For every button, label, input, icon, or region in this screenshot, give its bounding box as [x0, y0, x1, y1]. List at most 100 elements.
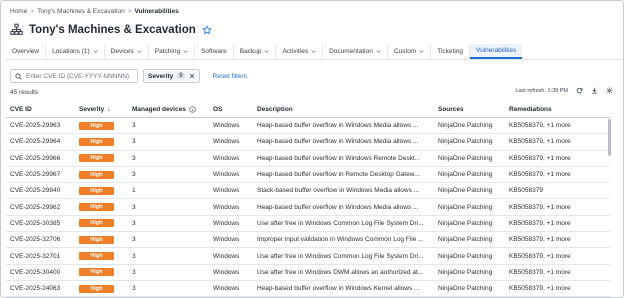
os-cell: Windows — [213, 252, 240, 260]
severity-cell: High — [75, 235, 128, 244]
devices-cell: 3 — [132, 285, 136, 293]
source-cell: NinjaOne Patching — [438, 171, 493, 179]
table-row[interactable]: CVE-2025-29963 High 3 Windows Heap-based… — [6, 118, 610, 135]
refresh-icon[interactable] — [576, 87, 583, 94]
severity-cell: High — [75, 203, 128, 212]
cve-id-cell: CVE-2025-29962 — [10, 203, 61, 211]
chevron-down-icon — [183, 50, 188, 53]
table-row[interactable]: CVE-2025-30400 High 3 Windows Use after … — [6, 265, 610, 281]
devices-cell: 1 — [132, 187, 136, 195]
info-icon[interactable] — [189, 105, 196, 113]
devices-cell: 3 — [132, 219, 136, 227]
tab-documentation[interactable]: Documentation — [323, 44, 388, 59]
severity-cell: High — [75, 219, 128, 228]
table-row[interactable]: CVE-2025-30385 High 3 Windows Use after … — [6, 216, 610, 233]
tab-overview[interactable]: Overview — [6, 44, 47, 59]
severity-cell: High — [75, 154, 128, 163]
scrollbar-thumb[interactable] — [608, 119, 611, 156]
source-cell: NinjaOne Patching — [438, 236, 493, 244]
cve-id-cell: CVE-2025-29840 — [10, 187, 61, 195]
tab-vulnerabilities[interactable]: Vulnerabilities — [470, 44, 523, 59]
table-row[interactable]: CVE-2025-29840 High 1 Windows Stack-base… — [6, 183, 610, 200]
source-cell: NinjaOne Patching — [438, 154, 493, 162]
tab-label: Backup — [239, 48, 262, 55]
tab-label: Software — [201, 48, 227, 55]
description-cell: Use after free in Windows Common Log Fil… — [257, 219, 424, 227]
settings-icon[interactable] — [606, 87, 613, 94]
table-row[interactable]: CVE-2025-29967 High 3 Windows Heap-based… — [6, 167, 610, 184]
tab-label: Vulnerabilities — [476, 47, 517, 54]
tab-devices[interactable]: Devices — [105, 44, 149, 59]
source-cell: NinjaOne Patching — [438, 122, 493, 130]
tab-bar: Overview Locations (1) Devices Patching … — [6, 44, 623, 60]
severity-filter-chip[interactable]: Severity 9 — [143, 69, 200, 83]
cve-id-cell: CVE-2025-29964 — [10, 138, 61, 146]
devices-cell: 3 — [132, 236, 136, 244]
source-cell: NinjaOne Patching — [438, 203, 493, 211]
source-cell: NinjaOne Patching — [438, 285, 493, 293]
search-input[interactable] — [26, 72, 131, 80]
os-cell: Windows — [213, 203, 240, 211]
description-cell: Heap-based buffer overflow in Windows Me… — [257, 138, 419, 146]
os-cell: Windows — [213, 171, 240, 179]
table-row[interactable]: CVE-2025-24063 High 3 Windows Heap-based… — [6, 281, 610, 297]
devices-cell: 3 — [132, 171, 136, 179]
tab-locations[interactable]: Locations (1) — [46, 44, 105, 59]
column-header-cve[interactable]: CVE ID — [6, 106, 75, 113]
chevron-down-icon — [311, 50, 316, 53]
tab-label: Ticketing — [437, 48, 464, 55]
chevron-down-icon — [376, 50, 381, 53]
severity-badge: High — [79, 252, 114, 261]
severity-badge: High — [79, 203, 114, 212]
reset-filters-link[interactable]: Reset filters — [213, 73, 247, 80]
table-row[interactable]: CVE-2025-29966 High 3 Windows Heap-based… — [6, 151, 610, 167]
star-icon[interactable] — [202, 24, 212, 35]
table-row[interactable]: CVE-2025-29964 High 3 Windows Heap-based… — [6, 134, 610, 151]
source-cell: NinjaOne Patching — [438, 187, 493, 195]
severity-cell: High — [75, 284, 128, 293]
remediation-cell: KB5058379, +1 more — [509, 252, 571, 260]
devices-cell: 3 — [132, 203, 136, 211]
severity-badge: High — [79, 284, 114, 293]
chevron-down-icon — [419, 50, 424, 53]
severity-badge: High — [79, 268, 114, 277]
os-cell: Windows — [213, 236, 240, 244]
severity-cell: High — [75, 252, 128, 261]
column-header-sources[interactable]: Sources — [434, 106, 505, 113]
chip-label: Severity — [148, 72, 174, 80]
tab-patching[interactable]: Patching — [149, 44, 196, 59]
column-header-severity[interactable]: Severity ↓ — [75, 106, 128, 113]
tab-ticketing[interactable]: Ticketing — [431, 44, 471, 59]
cve-id-cell: CVE-2025-24063 — [10, 285, 61, 293]
severity-badge: High — [79, 235, 114, 244]
os-cell: Windows — [213, 285, 240, 293]
tab-backup[interactable]: Backup — [234, 44, 277, 59]
tab-label: Locations (1) — [52, 48, 90, 55]
table-row[interactable]: CVE-2025-32701 High 3 Windows Use after … — [6, 248, 610, 265]
app-window: Home > Tony's Machines & Excavation > Vu… — [0, 0, 624, 298]
remediation-cell: KB5058379, +1 more — [509, 268, 571, 276]
column-header-description[interactable]: Description — [253, 106, 434, 113]
os-cell: Windows — [213, 122, 240, 130]
download-icon[interactable] — [591, 87, 598, 94]
column-header-remediations[interactable]: Remediations — [505, 106, 610, 113]
column-label: Managed devices — [132, 105, 186, 113]
breadcrumb-separator: > — [127, 8, 132, 15]
column-header-os[interactable]: OS — [209, 106, 253, 113]
close-icon[interactable] — [189, 73, 195, 79]
vertical-scrollbar[interactable] — [608, 119, 611, 297]
column-header-devices[interactable]: Managed devices — [128, 106, 209, 113]
table-row[interactable]: CVE-2025-29962 High 3 Windows Heap-based… — [6, 199, 610, 216]
breadcrumb-org[interactable]: Tony's Machines & Excavation — [37, 8, 125, 15]
tab-activities[interactable]: Activities — [276, 44, 324, 59]
table-row[interactable]: CVE-2025-32706 High 3 Windows Improper i… — [6, 232, 610, 249]
tab-custom[interactable]: Custom — [388, 44, 432, 59]
description-cell: Heap-based buffer overflow in Windows Me… — [257, 203, 419, 211]
tab-software[interactable]: Software — [195, 44, 234, 59]
source-cell: NinjaOne Patching — [438, 138, 493, 146]
tab-label: Patching — [154, 48, 181, 55]
breadcrumb-home[interactable]: Home — [10, 8, 27, 15]
last-refresh-text: Last refresh: 1:39 PM — [515, 87, 568, 94]
severity-cell: High — [75, 186, 128, 195]
cve-id-cell: CVE-2025-29963 — [10, 122, 61, 130]
